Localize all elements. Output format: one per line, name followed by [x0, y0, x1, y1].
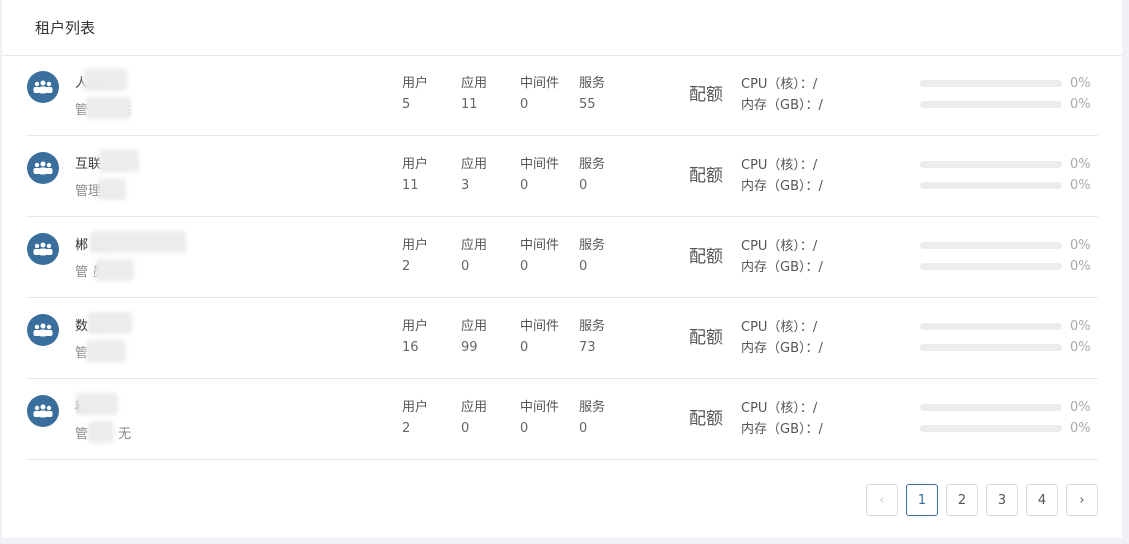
cpu-usage-bar: [920, 80, 1062, 87]
quota-label: 配额: [689, 328, 723, 348]
chevron-right-icon[interactable]: ›: [1066, 484, 1098, 516]
tenant-row[interactable]: 郴 数 管 员 无 用户2 应用0 中间件0 服务0 配额 CPU（核）：/ 内…: [26, 217, 1098, 298]
middleware-stat: 中间件 0: [520, 319, 560, 355]
pagination: ‹ 1 2 3 4 ›: [866, 484, 1098, 516]
redaction-blur: [99, 150, 139, 172]
cpu-quota: CPU（核）：/: [741, 158, 818, 173]
memory-usage-bar: [920, 101, 1062, 108]
cpu-usage-bar: [920, 242, 1062, 249]
memory-usage-percent: 0%: [1070, 340, 1091, 355]
cpu-usage-bar: [920, 323, 1062, 330]
middleware-stat: 中间件 0: [520, 76, 560, 112]
services-stat: 服务 0: [579, 400, 606, 436]
tenant-panel: 租户列表 人 部 管 蒋海杰 用户5 应用11 中间件0 服务55 配额 CPU…: [2, 0, 1122, 538]
redaction-blur: [98, 178, 126, 200]
redaction-blur: [76, 393, 118, 415]
memory-usage-bar: [920, 182, 1062, 189]
group-users-icon: [27, 314, 59, 346]
memory-usage-bar: [920, 344, 1062, 351]
services-stat: 服务 0: [579, 157, 606, 193]
users-stat: 用户 5: [402, 76, 429, 112]
redaction-blur: [96, 259, 134, 281]
tenant-row[interactable]: 数 部 管 ，无 用户16 应用99 中间件0 服务73 配额 CPU（核）：/…: [26, 298, 1098, 379]
users-stat: 用户 16: [402, 319, 429, 355]
cpu-usage-percent: 0%: [1070, 157, 1091, 172]
page-button-3[interactable]: 3: [986, 484, 1018, 516]
quota-label: 配额: [689, 409, 723, 429]
page-button-2[interactable]: 2: [946, 484, 978, 516]
cpu-usage-percent: 0%: [1070, 238, 1091, 253]
apps-stat: 应用 11: [461, 76, 488, 112]
memory-quota: 内存（GB）：/: [741, 341, 823, 356]
apps-stat: 应用 0: [461, 238, 488, 274]
page-button-4[interactable]: 4: [1026, 484, 1058, 516]
cpu-quota: CPU（核）：/: [741, 77, 818, 92]
users-stat: 用户 11: [402, 157, 429, 193]
quota-label: 配额: [689, 247, 723, 267]
middleware-stat: 中间件 0: [520, 238, 560, 274]
cpu-quota: CPU（核）：/: [741, 239, 818, 254]
cpu-quota: CPU（核）：/: [741, 401, 818, 416]
redaction-blur: [86, 97, 131, 119]
panel-title: 租户列表: [35, 19, 96, 37]
cpu-usage-percent: 0%: [1070, 76, 1091, 91]
apps-stat: 应用 0: [461, 400, 488, 436]
redaction-blur: [83, 69, 127, 91]
cpu-usage-bar: [920, 404, 1062, 411]
apps-stat: 应用 99: [461, 319, 488, 355]
middleware-stat: 中间件 0: [520, 157, 560, 193]
cpu-usage-percent: 0%: [1070, 319, 1091, 334]
quota-label: 配额: [689, 166, 723, 186]
quota-label: 配额: [689, 85, 723, 105]
redaction-blur: [88, 312, 132, 334]
memory-usage-percent: 0%: [1070, 178, 1091, 193]
group-users-icon: [27, 233, 59, 265]
memory-usage-percent: 0%: [1070, 259, 1091, 274]
memory-usage-percent: 0%: [1070, 97, 1091, 112]
tenant-row[interactable]: 人 部 管 蒋海杰 用户5 应用11 中间件0 服务55 配额 CPU（核）：/…: [26, 55, 1098, 136]
apps-stat: 应用 3: [461, 157, 488, 193]
services-stat: 服务 55: [579, 76, 606, 112]
memory-usage-bar: [920, 263, 1062, 270]
services-stat: 服务 73: [579, 319, 606, 355]
tenant-list: 人 部 管 蒋海杰 用户5 应用11 中间件0 服务55 配额 CPU（核）：/…: [26, 55, 1098, 460]
tenant-row[interactable]: 互联 服务 管理 无 用户11 应用3 中间件0 服务0 配额 CPU（核）：/…: [26, 136, 1098, 217]
page-button-1[interactable]: 1: [906, 484, 938, 516]
group-users-icon: [27, 152, 59, 184]
panel-header: 租户列表: [2, 0, 1122, 56]
redaction-blur: [88, 421, 114, 443]
redaction-blur: [86, 340, 126, 362]
memory-quota: 内存（GB）：/: [741, 98, 823, 113]
services-stat: 服务 0: [579, 238, 606, 274]
memory-usage-percent: 0%: [1070, 421, 1091, 436]
memory-quota: 内存（GB）：/: [741, 260, 823, 275]
middleware-stat: 中间件 0: [520, 400, 560, 436]
memory-quota: 内存（GB）：/: [741, 179, 823, 194]
redaction-blur: [90, 231, 186, 253]
cpu-quota: CPU（核）：/: [741, 320, 818, 335]
tenant-row[interactable]: 租户 管 员：无 用户2 应用0 中间件0 服务0 配额 CPU（核）：/ 内存…: [26, 379, 1098, 460]
group-users-icon: [27, 71, 59, 103]
users-stat: 用户 2: [402, 400, 429, 436]
cpu-usage-percent: 0%: [1070, 400, 1091, 415]
cpu-usage-bar: [920, 161, 1062, 168]
group-users-icon: [27, 395, 59, 427]
users-stat: 用户 2: [402, 238, 429, 274]
memory-usage-bar: [920, 425, 1062, 432]
memory-quota: 内存（GB）：/: [741, 422, 823, 437]
chevron-left-icon[interactable]: ‹: [866, 484, 898, 516]
